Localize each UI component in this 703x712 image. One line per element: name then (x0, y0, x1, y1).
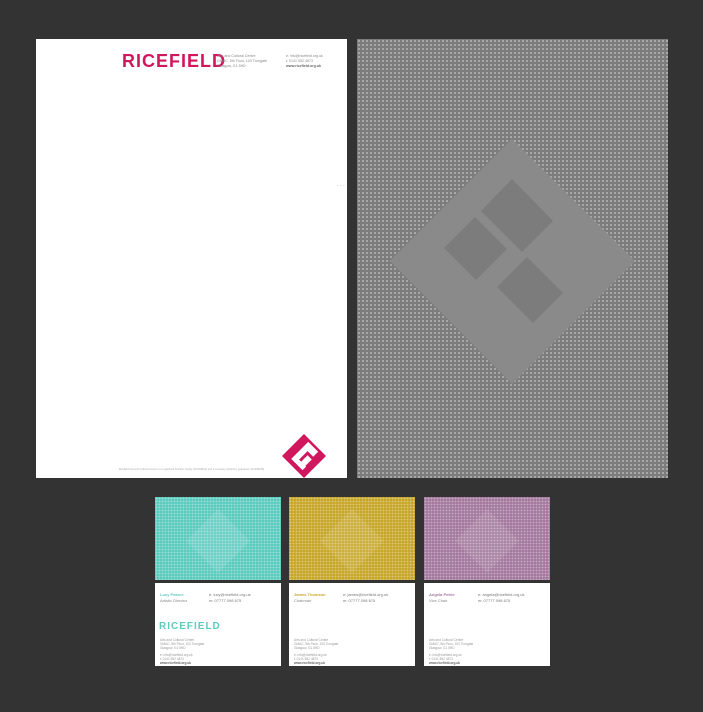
card-email: e: angela@ricefield.org.uk (478, 592, 525, 597)
card-contact: e: info@ricefield.org.uk t: 0141 552 487… (429, 653, 462, 666)
card-front-teal (155, 497, 281, 580)
card-contact: e: info@ricefield.org.uk t: 0141 552 487… (294, 653, 327, 666)
card-back-1: Lucy Pearce Artistic Director e: lucy@ri… (155, 583, 281, 666)
card-back-3: Angela Petrie Vice Chair e: angela@ricef… (424, 583, 550, 666)
card-mobile: m: 07777 098 675 (209, 598, 242, 603)
letterhead-contact: e: info@ricefield.org.uk t: 0141 552 487… (286, 54, 323, 68)
card-role: Chairman (294, 598, 312, 603)
card-address: Arts and Cultural Centre GMAC, 5th Floor… (160, 638, 205, 651)
ricefield-mark-icon (455, 509, 519, 573)
ricefield-mark-icon (186, 509, 250, 573)
card-brand: RICEFIELD (159, 621, 221, 632)
card-role: Artistic Director (160, 598, 188, 603)
ricefield-mark-icon (320, 509, 384, 573)
letterhead-sheet: RICEFIELD Arts and Cultural Centre GMAC,… (36, 39, 347, 478)
letterhead-logo: RICEFIELD (122, 51, 227, 71)
card-name: Angela Petrie (429, 592, 455, 597)
card-address: Arts and Cultural Centre GMAC, 5th Floor… (294, 638, 339, 651)
card-name: Lucy Pearce (160, 592, 184, 597)
ricefield-mark-icon (390, 139, 635, 384)
card-front-yellow (289, 497, 415, 580)
card-role: Vice Chair (429, 598, 448, 603)
card-name: James Thomson (294, 592, 326, 597)
card-front-purple (424, 497, 550, 580)
card-mobile: m: 07777 098 675 (343, 598, 376, 603)
card-email: e: lucy@ricefield.org.uk (209, 592, 251, 597)
card-email: e: james@ricefield.org.uk (343, 592, 389, 597)
card-address: Arts and Cultural Centre GMAC, 5th Floor… (429, 638, 474, 651)
card-mobile: m: 07777 098 675 (478, 598, 511, 603)
card-contact: e: info@ricefield.org.uk t: 0141 552 487… (160, 653, 193, 666)
pattern-sheet (357, 39, 668, 478)
separator-dots: ··· (337, 183, 346, 189)
letterhead-address: Arts and Cultural Centre GMAC, 5th Floor… (217, 54, 267, 68)
letterhead-footer: Ricefield Arts and Cultural Centre is a … (118, 468, 265, 471)
card-back-2: James Thomson Chairman e: james@ricefiel… (289, 583, 415, 666)
ricefield-mark-icon (282, 434, 326, 478)
